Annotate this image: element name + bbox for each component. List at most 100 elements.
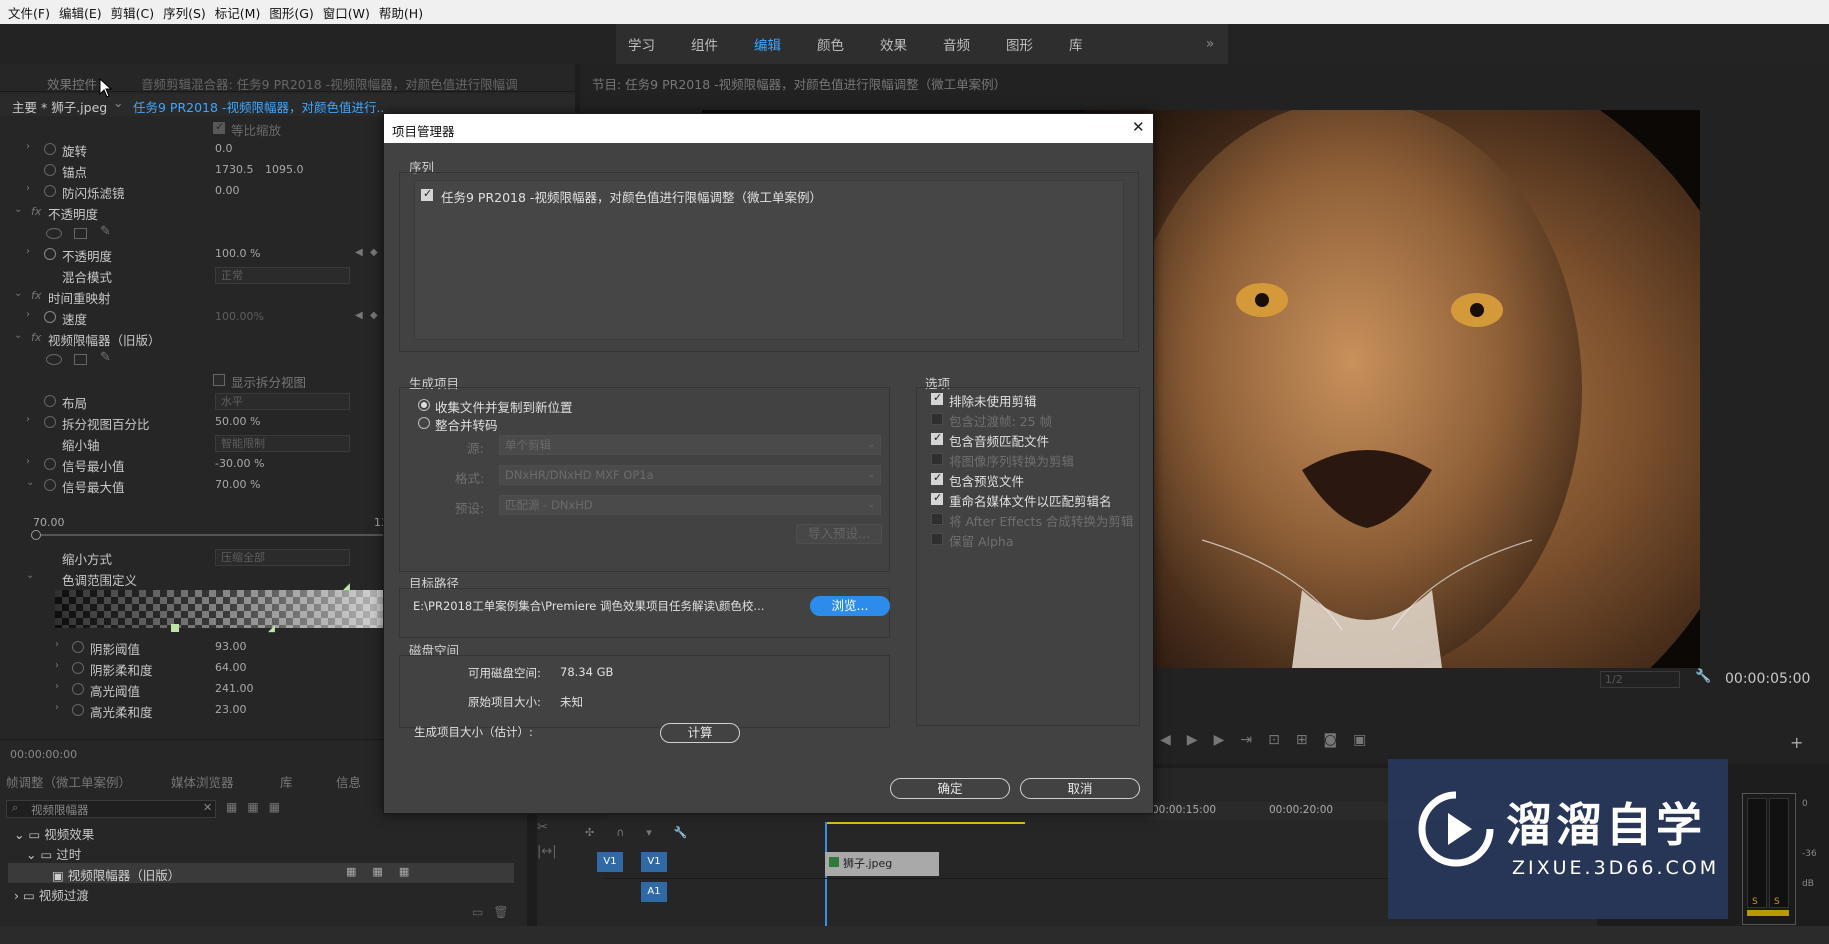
keyframe-prev-icon[interactable]: ◀ <box>355 247 363 258</box>
sequence-link[interactable]: 任务9 PR2018 -视频限幅器，对颜色值进行... <box>133 97 383 116</box>
source-patch-v1[interactable]: V1 <box>597 852 623 872</box>
expand-arrow-icon[interactable]: › <box>26 456 30 467</box>
blend-mode-dropdown[interactable]: 正常 <box>215 267 350 284</box>
rectangle-mask-icon[interactable] <box>74 228 87 239</box>
search-input[interactable]: 视频限幅器 <box>31 802 89 818</box>
signal-min-value[interactable]: -30.00 % <box>215 457 264 470</box>
option-checkbox-preview-files[interactable] <box>931 471 943 485</box>
workspace-tab-assembly[interactable]: 组件 <box>679 34 742 54</box>
ok-button[interactable]: 确定 <box>890 778 1010 799</box>
expand-arrow-icon[interactable]: ⌄ <box>14 204 22 215</box>
shadow-threshold-value[interactable]: 93.00 <box>215 640 247 653</box>
add-button-icon[interactable]: + <box>1790 733 1803 752</box>
compute-button[interactable]: 计算 <box>660 723 740 743</box>
option-checkbox-audio-conform[interactable] <box>931 431 943 445</box>
menu-help[interactable]: 帮助(H) <box>377 3 430 22</box>
new-bin-icon[interactable]: ▭ <box>472 905 493 919</box>
snap-icon[interactable]: ✣ <box>585 826 616 839</box>
tree-video-limiter[interactable]: ▣ 视频限幅器（旧版） <box>52 865 180 884</box>
step-back-icon[interactable]: ◀ <box>1160 732 1187 748</box>
shadow-soft-handle-icon[interactable]: ◢ <box>268 624 275 634</box>
expand-arrow-icon[interactable]: › <box>26 309 30 320</box>
workspace-tab-libraries[interactable]: 库 <box>1057 34 1107 54</box>
stopwatch-icon[interactable] <box>72 683 84 695</box>
stopwatch-icon[interactable] <box>44 416 56 428</box>
pen-mask-icon[interactable]: ✎ <box>100 350 111 365</box>
expand-arrow-icon[interactable]: › <box>26 246 30 257</box>
program-timecode[interactable]: 00:00:05:00 <box>1725 671 1810 687</box>
option-checkbox-rename-media[interactable] <box>931 491 943 505</box>
stopwatch-icon[interactable] <box>44 395 56 407</box>
stopwatch-icon[interactable] <box>72 662 84 674</box>
signal-max-value[interactable]: 70.00 % <box>215 478 260 491</box>
stopwatch-icon[interactable] <box>72 641 84 653</box>
expand-arrow-icon[interactable]: › <box>55 681 59 692</box>
tree-video-effects[interactable]: ⌄ ▭ 视频效果 <box>14 824 94 843</box>
signal-max-slider-track[interactable] <box>36 534 386 536</box>
workspace-tab-color[interactable]: 颜色 <box>805 34 868 54</box>
stopwatch-icon[interactable] <box>44 143 56 155</box>
highlight-soft-value[interactable]: 23.00 <box>215 703 247 716</box>
menu-edit[interactable]: 编辑(E) <box>57 3 109 22</box>
consolidate-radio[interactable] <box>418 417 430 429</box>
32bit-icon[interactable]: ▦ <box>247 800 268 814</box>
tab-libraries[interactable]: 库 <box>280 772 293 791</box>
extract-icon[interactable]: ⊞ <box>1296 732 1324 748</box>
workspace-tab-effects[interactable]: 效果 <box>868 34 931 54</box>
keyframe-add-icon[interactable]: ◆ <box>370 310 378 321</box>
wrench-icon[interactable]: 🔧 <box>1695 669 1711 684</box>
format-dropdown[interactable]: DNxHR/DNxHD MXF OP1a ⌄ <box>499 465 881 485</box>
layout-dropdown[interactable]: 水平 <box>215 393 350 410</box>
workspace-more-button[interactable]: » <box>1192 24 1228 64</box>
effect-controls-timecode[interactable]: 00:00:00:00 <box>10 748 77 761</box>
preset-dropdown[interactable]: 匹配源 - DNxHD ⌄ <box>499 495 881 515</box>
go-to-out-icon[interactable]: ⇥ <box>1240 732 1268 748</box>
expand-arrow-icon[interactable]: › <box>26 414 30 425</box>
slip-icon[interactable]: |↔| <box>537 840 557 864</box>
workspace-tab-audio[interactable]: 音频 <box>931 34 994 54</box>
tab-info[interactable]: 信息 <box>336 772 361 791</box>
anchor-y-value[interactable]: 1095.0 <box>265 163 304 176</box>
menu-file[interactable]: 文件(F) <box>6 3 57 22</box>
search-box[interactable]: ⌕ 视频限幅器 ✕ <box>6 800 216 818</box>
workspace-tab-graphics[interactable]: 图形 <box>994 34 1057 54</box>
tab-project[interactable]: 帧调整（微工单案例） <box>6 772 131 791</box>
split-percent-value[interactable]: 50.00 % <box>215 415 260 428</box>
expand-arrow-icon[interactable]: ⌄ <box>26 570 34 581</box>
program-monitor-title[interactable]: 节目: 任务9 PR2018 -视频限幅器，对颜色值进行限幅调整（微工单案例） <box>592 74 1292 93</box>
pen-mask-icon[interactable]: ✎ <box>100 224 111 239</box>
fx-icon[interactable]: fx <box>31 205 41 218</box>
clear-search-icon[interactable]: ✕ <box>203 801 212 814</box>
ellipse-mask-icon[interactable] <box>46 354 62 365</box>
expand-arrow-icon[interactable]: ⌄ <box>14 288 22 299</box>
sequence-checkbox[interactable] <box>421 187 433 201</box>
work-area-bar[interactable] <box>825 822 1025 824</box>
menu-markers[interactable]: 标记(M) <box>213 3 268 22</box>
accelerated-icon[interactable]: ▦ <box>226 800 247 814</box>
stopwatch-icon[interactable] <box>44 164 56 176</box>
zoom-dropdown[interactable]: 1/2 <box>1600 671 1680 688</box>
shadow-soft-value[interactable]: 64.00 <box>215 661 247 674</box>
expand-arrow-icon[interactable]: › <box>26 141 30 152</box>
browse-button[interactable]: 浏览... <box>810 596 890 616</box>
cancel-button[interactable]: 取消 <box>1020 778 1140 799</box>
option-checkbox-exclude-unused[interactable] <box>931 391 943 405</box>
signal-max-slider-handle[interactable] <box>31 530 41 540</box>
workspace-tab-learn[interactable]: 学习 <box>616 34 679 54</box>
highlight-threshold-value[interactable]: 241.00 <box>215 682 254 695</box>
chevron-down-icon[interactable]: ⌄ <box>113 95 123 110</box>
workspace-tab-editing[interactable]: 编辑 <box>742 34 805 54</box>
reduce-axis-dropdown[interactable]: 智能限制 <box>215 435 350 452</box>
anchor-x-value[interactable]: 1730.5 <box>215 163 254 176</box>
lift-icon[interactable]: ⊡ <box>1268 732 1296 748</box>
razor-icon[interactable]: ✂ <box>537 816 557 840</box>
meter-solo-left[interactable]: S <box>1752 897 1758 907</box>
stopwatch-icon[interactable] <box>44 311 56 323</box>
expand-arrow-icon[interactable]: ⌄ <box>26 477 34 488</box>
menu-window[interactable]: 窗口(W) <box>321 3 377 22</box>
play-icon[interactable]: ▶ <box>1187 732 1214 748</box>
expand-arrow-icon[interactable]: › <box>55 639 59 650</box>
tree-video-transitions[interactable]: › ▭ 视频过渡 <box>14 885 89 904</box>
tab-media-browser[interactable]: 媒体浏览器 <box>171 772 234 791</box>
step-forward-icon[interactable]: ▶ <box>1214 732 1241 748</box>
